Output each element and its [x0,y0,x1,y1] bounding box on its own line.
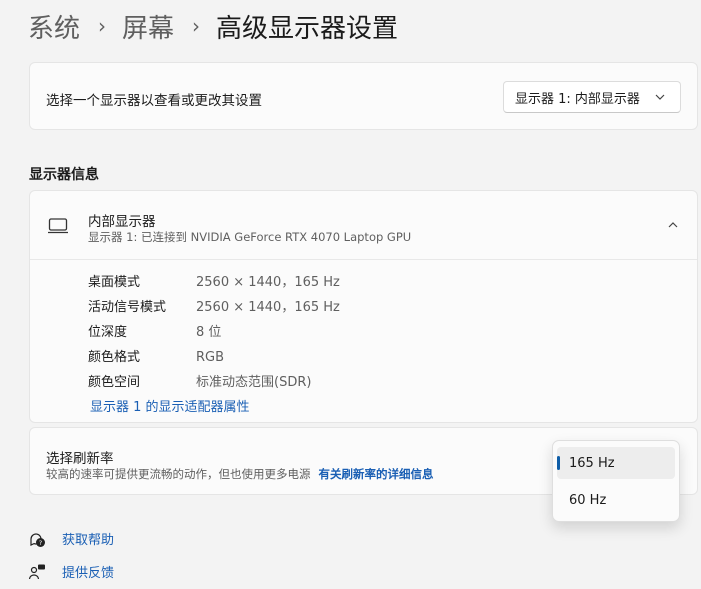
display-select-dropdown[interactable]: 显示器 1: 内部显示器 [503,81,681,113]
help-chat-icon: ? [30,532,45,547]
refresh-option-60[interactable]: 60 Hz [557,484,675,516]
breadcrumb-display[interactable]: 屏幕 [122,8,174,45]
info-value: 2560 × 1440，165 Hz [196,275,340,290]
chevron-right-icon: › [98,14,107,38]
info-key: 颜色空间 [88,375,141,390]
feedback-icon [28,564,45,579]
breadcrumb: 系统 › 屏幕 › 高级显示器设置 [28,6,398,46]
refresh-rate-desc: 较高的速率可提供更流畅的动作，但也使用更多电源 有关刷新率的详细信息 [46,466,434,482]
monitor-icon [48,218,68,234]
info-value: RGB [196,350,225,365]
chevron-down-icon [655,94,665,100]
info-value: 8 位 [196,325,222,340]
give-feedback-label: 提供反馈 [62,566,115,581]
select-display-label: 选择一个显示器以查看或更改其设置 [46,93,262,109]
refresh-rate-title: 选择刷新率 [46,451,114,467]
chevron-right-icon: › [192,14,201,38]
get-help-label: 获取帮助 [62,533,115,548]
section-title: 显示器信息 [29,167,99,183]
info-row-active-signal: 活动信号模式 2560 × 1440，165 Hz [88,296,340,315]
give-feedback-link[interactable]: 提供反馈 [28,562,114,581]
refresh-rate-desc-text: 较高的速率可提供更流畅的动作，但也使用更多电源 [46,467,311,481]
select-display-card: 选择一个显示器以查看或更改其设置 显示器 1: 内部显示器 [29,62,698,130]
refresh-rate-info-link[interactable]: 有关刷新率的详细信息 [319,467,434,481]
display-subtitle: 显示器 1: 已连接到 NVIDIA GeForce RTX 4070 Lapt… [88,230,412,244]
info-row-color-format: 颜色格式 RGB [88,346,224,365]
refresh-option-165[interactable]: 165 Hz [557,447,675,479]
display-info-card: 内部显示器 显示器 1: 已连接到 NVIDIA GeForce RTX 407… [29,190,698,423]
info-key: 位深度 [88,325,128,340]
page-title: 高级显示器设置 [216,13,399,44]
adapter-properties-link[interactable]: 显示器 1 的显示适配器属性 [90,396,250,415]
info-value: 2560 × 1440，165 Hz [196,300,340,315]
display-info-header[interactable]: 内部显示器 显示器 1: 已连接到 NVIDIA GeForce RTX 407… [30,191,697,260]
refresh-rate-menu: 165 Hz 60 Hz [552,440,680,522]
display-name: 内部显示器 [88,214,156,230]
info-row-desktop-mode: 桌面模式 2560 × 1440，165 Hz [88,271,340,290]
info-row-color-space: 颜色空间 标准动态范围(SDR) [88,371,311,390]
svg-text:?: ? [39,539,42,547]
info-key: 桌面模式 [88,275,141,290]
info-row-bit-depth: 位深度 8 位 [88,321,221,340]
breadcrumb-system[interactable]: 系统 [28,8,80,45]
get-help-link[interactable]: ? 获取帮助 [28,529,114,548]
info-key: 颜色格式 [88,350,141,365]
info-value: 标准动态范围(SDR) [196,375,312,390]
display-select-value: 显示器 1: 内部显示器 [515,91,640,107]
info-key: 活动信号模式 [88,300,167,315]
chevron-up-icon[interactable] [665,217,681,233]
